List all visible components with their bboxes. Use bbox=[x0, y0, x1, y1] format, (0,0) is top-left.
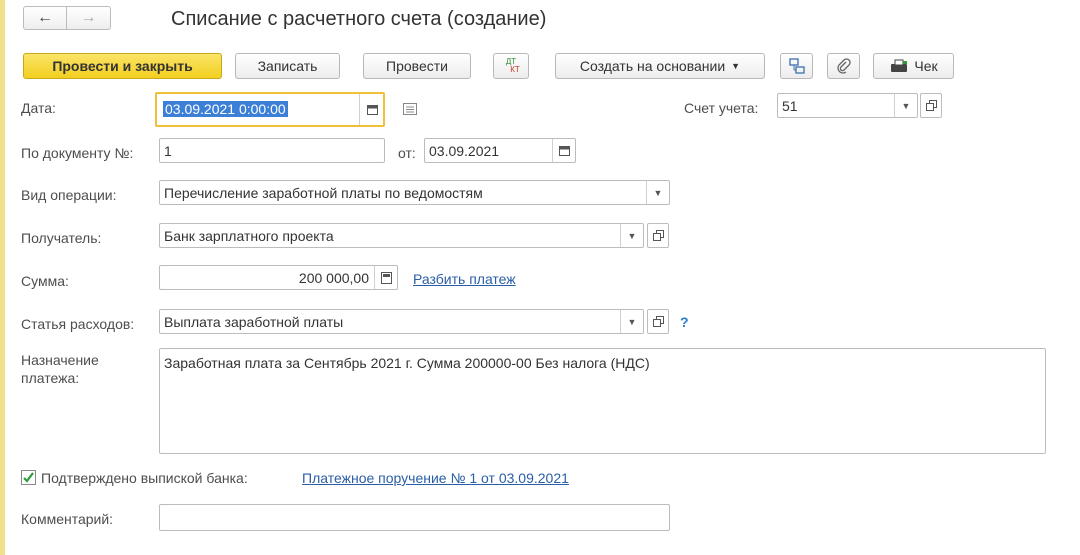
receipt-label: Чек bbox=[914, 58, 938, 74]
list-icon bbox=[403, 103, 417, 115]
help-icon[interactable]: ? bbox=[680, 314, 689, 330]
calculator-icon bbox=[380, 271, 392, 284]
open-window-icon bbox=[652, 230, 664, 241]
arrow-right-icon: → bbox=[80, 9, 97, 26]
recipient-value: Банк зарплатного проекта bbox=[164, 228, 334, 244]
chevron-down-icon[interactable]: ▼ bbox=[894, 94, 917, 117]
checkmark-icon bbox=[23, 472, 34, 483]
create-based-on-button[interactable]: Создать на основании ▼ bbox=[555, 53, 765, 79]
expense-label: Статья расходов: bbox=[21, 316, 135, 332]
docnum-value: 1 bbox=[164, 143, 172, 159]
recipient-label: Получатель: bbox=[21, 230, 102, 246]
chevron-down-icon[interactable]: ▼ bbox=[620, 310, 643, 333]
from-date-field[interactable]: 03.09.2021 bbox=[424, 138, 576, 163]
list-icon-button[interactable] bbox=[403, 102, 417, 118]
docnum-field[interactable]: 1 bbox=[159, 138, 385, 163]
account-label: Счет учета: bbox=[684, 100, 759, 116]
date-field[interactable]: 03.09.2021 0:00:00 bbox=[155, 92, 385, 127]
chevron-down-icon[interactable]: ▼ bbox=[646, 181, 669, 204]
save-button[interactable]: Записать bbox=[235, 53, 340, 79]
post-and-close-button[interactable]: Провести и закрыть bbox=[23, 53, 222, 79]
calendar-icon bbox=[366, 105, 378, 115]
arrow-left-icon: ← bbox=[37, 9, 53, 26]
attachment-button[interactable] bbox=[827, 53, 860, 79]
chevron-down-icon: ▼ bbox=[731, 61, 741, 71]
open-window-icon bbox=[925, 100, 937, 111]
dtkt-report-button[interactable]: ДТ КТ bbox=[493, 53, 529, 79]
calendar-button[interactable] bbox=[359, 94, 384, 125]
confirmed-label: Подтверждено выпиской банка: bbox=[41, 470, 248, 486]
date-label: Дата: bbox=[21, 100, 56, 116]
page-title: Списание с расчетного счета (создание) bbox=[171, 8, 547, 30]
forward-button[interactable]: → bbox=[67, 6, 111, 30]
sum-value: 200 000,00 bbox=[298, 270, 369, 286]
sum-field[interactable]: 200 000,00 bbox=[159, 265, 398, 290]
open-account-button[interactable] bbox=[920, 93, 942, 118]
post-button[interactable]: Провести bbox=[363, 53, 471, 79]
expense-value: Выплата заработной платы bbox=[164, 314, 344, 330]
calendar-icon bbox=[558, 146, 570, 156]
from-date-value: 03.09.2021 bbox=[429, 143, 500, 159]
structure-icon bbox=[788, 58, 805, 74]
sum-label: Сумма: bbox=[21, 273, 69, 289]
paperclip-icon bbox=[836, 58, 851, 74]
confirmed-checkbox[interactable] bbox=[21, 470, 36, 485]
expense-field[interactable]: Выплата заработной платы ▼ bbox=[159, 309, 644, 334]
open-expense-button[interactable] bbox=[647, 309, 669, 334]
structure-button[interactable] bbox=[780, 53, 813, 79]
calendar-button[interactable] bbox=[552, 139, 575, 162]
purpose-value: Заработная плата за Сентябрь 2021 г. Сум… bbox=[164, 355, 650, 371]
printer-icon bbox=[891, 59, 908, 72]
recipient-field[interactable]: Банк зарплатного проекта ▼ bbox=[159, 223, 644, 248]
purpose-label-line1: Назначение bbox=[21, 352, 99, 368]
chevron-down-icon[interactable]: ▼ bbox=[620, 224, 643, 247]
date-value: 03.09.2021 0:00:00 bbox=[163, 101, 288, 117]
calculator-button[interactable] bbox=[374, 266, 397, 289]
left-accent-bar bbox=[0, 0, 5, 555]
payment-order-link[interactable]: Платежное поручение № 1 от 03.09.2021 bbox=[302, 470, 569, 486]
optype-label: Вид операции: bbox=[21, 187, 117, 203]
kt-icon-text: КТ bbox=[510, 65, 520, 74]
split-payment-link[interactable]: Разбить платеж bbox=[413, 271, 516, 287]
open-recipient-button[interactable] bbox=[647, 223, 669, 248]
open-window-icon bbox=[652, 316, 664, 327]
from-label: от: bbox=[398, 145, 416, 161]
account-value: 51 bbox=[782, 98, 798, 114]
comment-label: Комментарий: bbox=[21, 511, 114, 527]
purpose-textarea[interactable]: Заработная плата за Сентябрь 2021 г. Сум… bbox=[159, 348, 1046, 454]
optype-value: Перечисление заработной платы по ведомос… bbox=[164, 185, 483, 201]
create-based-label: Создать на основании bbox=[579, 58, 726, 74]
optype-field[interactable]: Перечисление заработной платы по ведомос… bbox=[159, 180, 670, 205]
purpose-label-line2: платежа: bbox=[21, 370, 80, 386]
docnum-label: По документу №: bbox=[21, 145, 134, 161]
back-button[interactable]: ← bbox=[23, 6, 67, 30]
comment-field[interactable] bbox=[159, 504, 670, 531]
receipt-button[interactable]: Чек bbox=[873, 53, 954, 79]
account-field[interactable]: 51 ▼ bbox=[777, 93, 918, 118]
